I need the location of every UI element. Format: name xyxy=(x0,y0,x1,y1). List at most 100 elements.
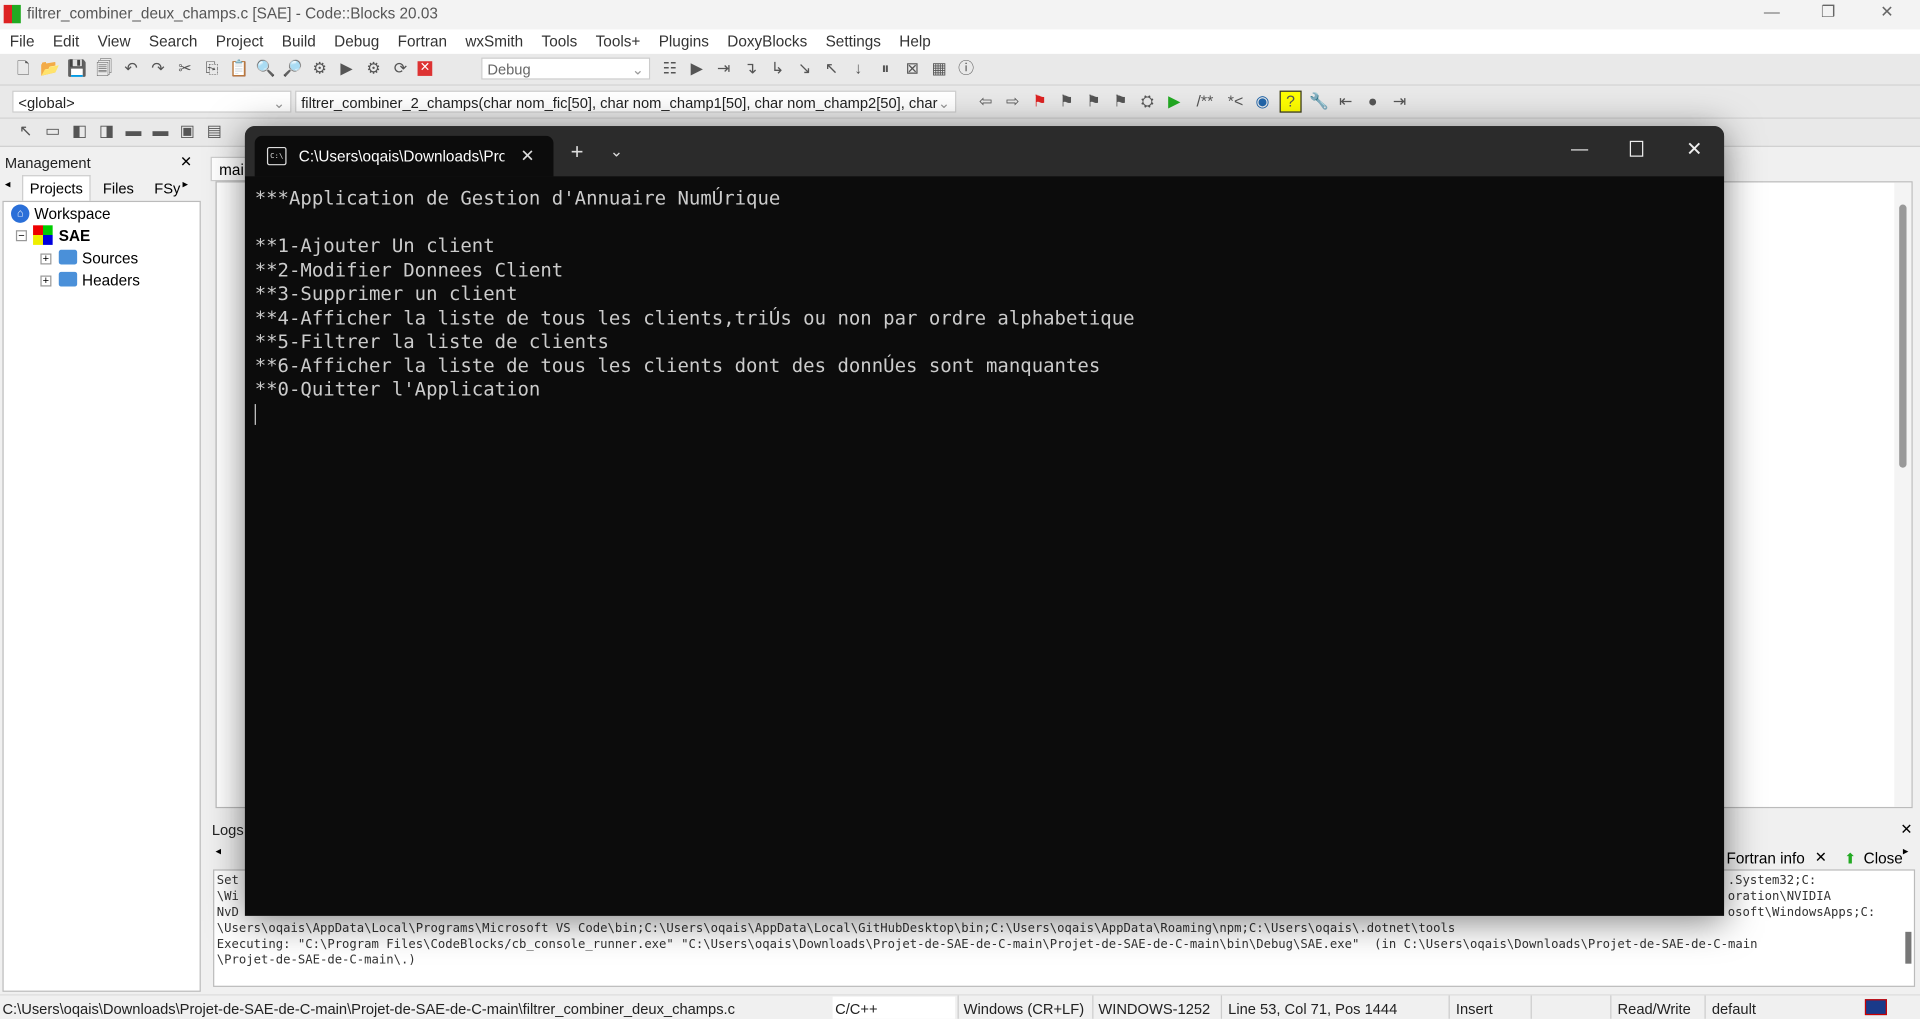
menu-plugins[interactable]: Plugins xyxy=(649,29,718,53)
terminal-output[interactable]: ***Application de Gestion d'Annuaire Num… xyxy=(255,187,1135,402)
build-icon[interactable]: ⚙ xyxy=(310,59,330,79)
debug-run-icon[interactable]: ▶ xyxy=(687,59,707,79)
layout-2-icon[interactable]: ▬ xyxy=(151,121,171,141)
layout-1-icon[interactable]: ▬ xyxy=(124,121,144,141)
terminal-tab[interactable]: C:\ C:\Users\oqais\Downloads\Projet-de-S… xyxy=(254,135,554,177)
debug-windows-icon[interactable]: ▦ xyxy=(929,59,949,79)
close-button[interactable]: ✕ xyxy=(1869,2,1906,22)
tab-scroll-right-icon[interactable]: ▸ xyxy=(182,178,188,191)
copy-icon[interactable]: ⎘ xyxy=(202,59,222,79)
tree-project-sae[interactable]: SAE xyxy=(59,228,90,245)
menu-help[interactable]: Help xyxy=(889,29,939,53)
layout-4-icon[interactable]: ▤ xyxy=(204,121,224,141)
menu-wxsmith[interactable]: wxSmith xyxy=(456,29,532,53)
maximize-button[interactable] xyxy=(1629,140,1644,157)
close-icon[interactable]: ✕ xyxy=(1900,820,1912,837)
cut-icon[interactable]: ✂ xyxy=(175,59,195,79)
menu-tools-plus[interactable]: Tools+ xyxy=(586,29,649,53)
close-tab-icon[interactable]: ✕ xyxy=(520,146,534,167)
block-comment-icon[interactable]: /** xyxy=(1191,92,1218,112)
expand-icon[interactable]: + xyxy=(40,275,52,287)
new-file-icon[interactable]: 🗋 xyxy=(13,59,33,79)
line-comment-icon[interactable]: *< xyxy=(1226,92,1246,112)
clear-bookmarks-icon[interactable]: ⚑ xyxy=(1111,92,1131,112)
step-icon[interactable]: ↓ xyxy=(849,59,869,79)
next-line-icon[interactable]: ↴ xyxy=(741,59,761,79)
tab-fortran-info[interactable]: Fortran info xyxy=(1727,850,1805,867)
build-options-icon[interactable]: ☷ xyxy=(660,59,680,79)
prev-bookmark-icon[interactable]: ⚑ xyxy=(1057,92,1077,112)
menu-view[interactable]: View xyxy=(88,29,139,53)
next-bookmark-icon[interactable]: ⚑ xyxy=(1084,92,1104,112)
menu-doxyblocks[interactable]: DoxyBlocks xyxy=(717,29,815,53)
wrench-icon[interactable]: 🔧 xyxy=(1309,92,1329,112)
abort-icon[interactable]: ✕ xyxy=(417,61,433,76)
box-icon[interactable]: ▭ xyxy=(43,121,63,141)
undo-icon[interactable]: ↶ xyxy=(121,59,141,79)
chevron-down-icon[interactable]: ⌄ xyxy=(610,142,623,162)
function-select[interactable]: filtrer_combiner_2_champs(char nom_fic[5… xyxy=(295,90,957,113)
minimize-button[interactable]: — xyxy=(1753,2,1790,20)
stop-debug-icon[interactable]: ⊠ xyxy=(902,59,922,79)
jump-record-icon[interactable]: ● xyxy=(1363,92,1383,112)
collapse-icon[interactable]: − xyxy=(15,230,27,242)
menu-fortran[interactable]: Fortran xyxy=(388,29,456,53)
close-button[interactable]: ✕ xyxy=(1686,137,1702,161)
tree-folder-sources[interactable]: Sources xyxy=(82,250,138,267)
bookmark-icon[interactable]: ⚑ xyxy=(1030,92,1050,112)
scope-select[interactable]: <global> ⌄ xyxy=(12,90,292,113)
sizer-icon[interactable]: ◧ xyxy=(70,121,90,141)
replace-icon[interactable]: 🔎 xyxy=(283,59,303,79)
build-run-icon[interactable]: ⚙ xyxy=(364,59,384,79)
step-out-icon[interactable]: ↖ xyxy=(822,59,842,79)
redo-icon[interactable]: ↷ xyxy=(148,59,168,79)
pause-icon[interactable]: ⏸ xyxy=(876,59,896,79)
menu-project[interactable]: Project xyxy=(206,29,272,53)
tab-fsymbols[interactable]: FSy xyxy=(154,180,180,197)
paste-icon[interactable]: 📋 xyxy=(229,59,249,79)
layout-3-icon[interactable]: ▣ xyxy=(178,121,198,141)
log-scrollbar[interactable] xyxy=(1905,931,1912,964)
editor-scrollbar[interactable] xyxy=(1894,182,1912,807)
doxywizard-icon[interactable]: ⛭ xyxy=(1138,92,1158,112)
menu-search[interactable]: Search xyxy=(139,29,206,53)
extract-icon[interactable]: ▶ xyxy=(1164,92,1184,112)
step-into-icon[interactable]: ↘ xyxy=(795,59,815,79)
find-icon[interactable]: 🔍 xyxy=(256,59,276,79)
save-icon[interactable]: 💾 xyxy=(67,59,87,79)
menu-edit[interactable]: Edit xyxy=(43,29,88,53)
next-instruction-icon[interactable]: ↳ xyxy=(768,59,788,79)
restore-button[interactable]: ❐ xyxy=(1810,2,1847,22)
tab-scroll-left-icon[interactable]: ◂ xyxy=(5,178,11,191)
minimize-button[interactable]: — xyxy=(1571,138,1588,158)
html-help-icon[interactable]: ◉ xyxy=(1253,92,1273,112)
grid-icon[interactable]: ◨ xyxy=(97,121,117,141)
open-icon[interactable]: 📂 xyxy=(40,59,60,79)
help-icon[interactable]: ? xyxy=(1279,90,1302,113)
tree-folder-headers[interactable]: Headers xyxy=(82,272,140,289)
save-all-icon[interactable]: 🗐 xyxy=(94,59,114,79)
pointer-icon[interactable]: ↖ xyxy=(16,121,36,141)
rebuild-icon[interactable]: ⟳ xyxy=(391,59,411,79)
menu-debug[interactable]: Debug xyxy=(324,29,387,53)
new-tab-icon[interactable]: + xyxy=(571,140,584,166)
jump-back-icon[interactable]: ⇤ xyxy=(1336,92,1356,112)
tree-workspace[interactable]: Workspace xyxy=(34,206,110,223)
menu-build[interactable]: Build xyxy=(272,29,324,53)
tab-scroll-left-icon[interactable]: ◂ xyxy=(216,845,222,858)
tab-files[interactable]: Files xyxy=(103,180,134,197)
tab-projects[interactable]: Projects xyxy=(22,175,91,201)
run-icon[interactable]: ▶ xyxy=(337,59,357,79)
run-to-cursor-icon[interactable]: ⇥ xyxy=(714,59,734,79)
forward-icon[interactable]: ⇨ xyxy=(1003,92,1023,112)
menu-file[interactable]: File xyxy=(0,29,43,53)
menu-settings[interactable]: Settings xyxy=(816,29,890,53)
tab-scroll-right-icon[interactable]: ▸ xyxy=(1903,845,1909,858)
close-tab-icon[interactable]: ✕ xyxy=(1815,849,1827,866)
jump-forward-icon[interactable]: ⇥ xyxy=(1390,92,1410,112)
menu-tools[interactable]: Tools xyxy=(532,29,586,53)
back-icon[interactable]: ⇦ xyxy=(976,92,996,112)
build-target-select[interactable]: Debug ⌄ xyxy=(481,57,651,80)
info-icon[interactable]: ⓘ xyxy=(956,59,976,79)
expand-icon[interactable]: + xyxy=(40,253,52,265)
